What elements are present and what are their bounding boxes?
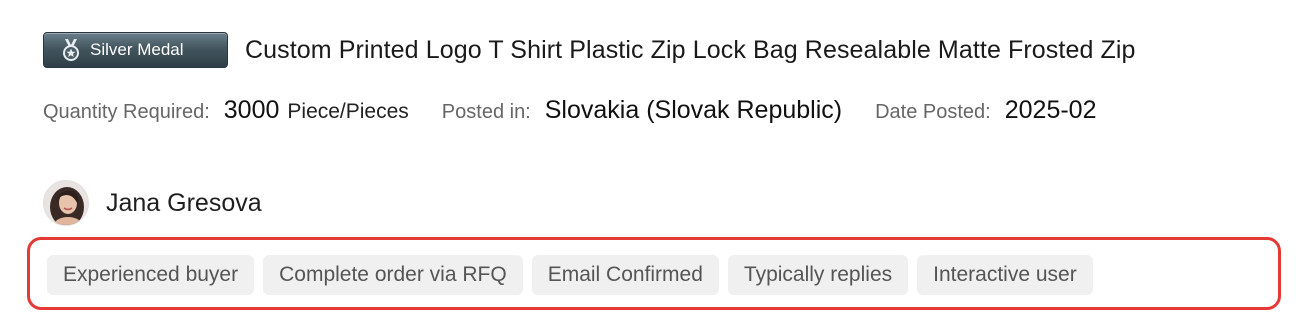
tag-experienced-buyer: Experienced buyer [47, 255, 255, 295]
tag-email-confirmed: Email Confirmed [531, 255, 719, 295]
tag-interactive-user: Interactive user [917, 255, 1093, 295]
quantity-label: Quantity Required: [43, 101, 210, 123]
tag-complete-order-via-rfq: Complete order via RFQ [263, 255, 523, 295]
quantity-unit: Piece/Pieces [287, 100, 409, 123]
posted-in-label: Posted in: [441, 101, 531, 123]
posted-in-value: Slovakia (Slovak Republic) [544, 96, 843, 124]
silver-medal-badge[interactable]: Silver Medal [43, 32, 228, 68]
buyer-name[interactable]: Jana Gresova [106, 189, 262, 218]
avatar[interactable] [43, 180, 89, 226]
listing-title[interactable]: Custom Printed Logo T Shirt Plastic Zip … [245, 36, 1136, 65]
title-row: Silver Medal Custom Printed Logo T Shirt… [43, 32, 1136, 68]
medal-label: Silver Medal [90, 40, 184, 59]
buyer-tags: Experienced buyer Complete order via RFQ… [47, 255, 1093, 295]
rfq-listing-card: Silver Medal Custom Printed Logo T Shirt… [0, 0, 1296, 328]
buyer-info: Jana Gresova [43, 180, 262, 226]
tag-typically-replies: Typically replies [727, 255, 909, 295]
meta-row: Quantity Required: 3000 Piece/Pieces Pos… [43, 96, 1096, 125]
medal-icon [58, 37, 84, 63]
quantity-value: 3000 [223, 96, 280, 124]
date-posted-label: Date Posted: [875, 101, 991, 123]
date-posted-value: 2025-02 [1004, 96, 1097, 124]
